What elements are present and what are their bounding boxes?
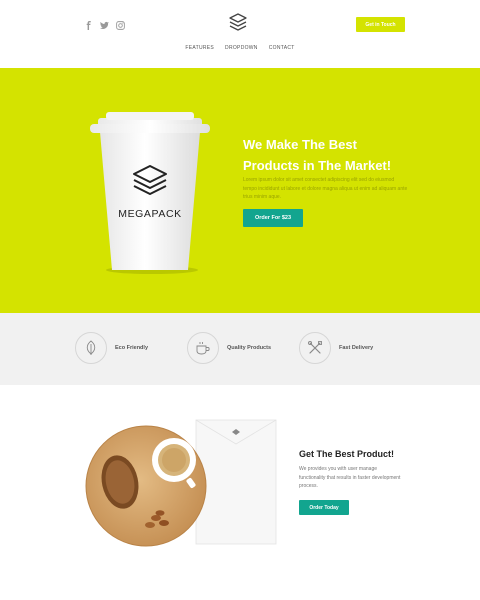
feature-quality-products: Quality Products xyxy=(187,332,271,364)
site-header: Get in Touch FEATURES DROPDOWN CONTACT xyxy=(0,0,480,68)
nav-item-dropdown[interactable]: DROPDOWN xyxy=(225,45,258,51)
feature-fast-delivery: Fast Delivery xyxy=(299,332,373,364)
nav-item-features[interactable]: FEATURES xyxy=(185,45,214,51)
hero-title-line2: Products in The Market! xyxy=(243,158,392,173)
feature-label: Fast Delivery xyxy=(339,345,374,351)
product-mockup-image xyxy=(84,418,284,548)
product-description: We provides you with user manage functio… xyxy=(299,466,401,489)
feature-eco-friendly: Eco Friendly xyxy=(75,332,148,364)
product-title: Get The Best Product! xyxy=(299,449,395,459)
tools-icon xyxy=(299,332,331,364)
social-links xyxy=(84,17,125,30)
layers-icon[interactable] xyxy=(228,12,248,32)
order-button[interactable]: Order For $23 xyxy=(243,209,303,227)
hero-title-line1: We Make The Best xyxy=(243,137,357,152)
coffee-cup-image: MEGAPACK xyxy=(90,104,210,274)
leaf-icon xyxy=(75,332,107,364)
hero-title: We Make The Best Products in The Market! xyxy=(243,134,413,176)
main-nav: FEATURES DROPDOWN CONTACT xyxy=(0,45,480,51)
hero-description: Lorem ipsum dolor sit amet consectet adi… xyxy=(243,177,408,200)
cup-brand-text: MEGAPACK xyxy=(118,208,182,220)
get-in-touch-button[interactable]: Get in Touch xyxy=(356,17,405,32)
hero-section: MEGAPACK We Make The Best Products in Th… xyxy=(0,68,480,313)
feature-label: Eco Friendly xyxy=(115,345,149,351)
facebook-icon[interactable] xyxy=(84,17,93,30)
instagram-icon[interactable] xyxy=(116,17,125,30)
nav-item-contact[interactable]: CONTACT xyxy=(269,45,295,51)
order-today-button[interactable]: Order Today xyxy=(299,500,349,515)
features-strip: Eco Friendly Quality Products Fast Deliv… xyxy=(0,313,480,385)
twitter-icon[interactable] xyxy=(100,17,109,29)
feature-label: Quality Products xyxy=(227,345,272,351)
coffee-cup-icon xyxy=(187,332,219,364)
